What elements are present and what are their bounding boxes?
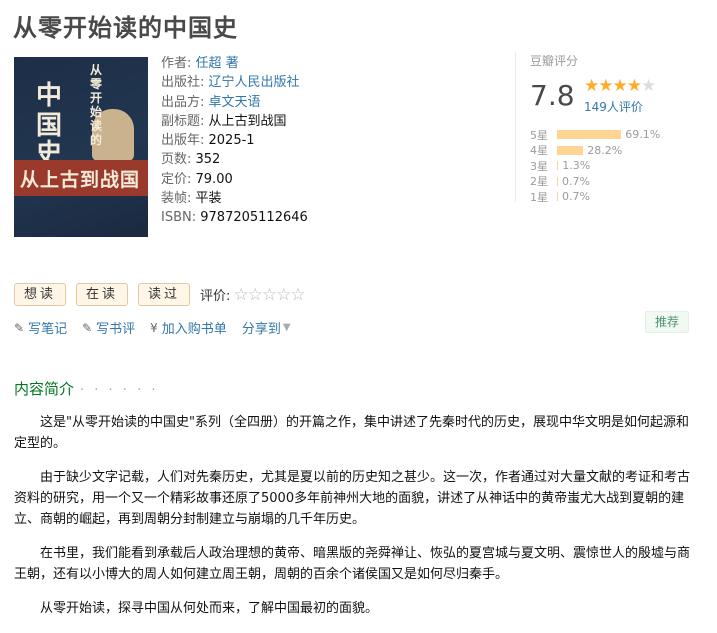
intro-paragraph: 这是"从零开始读的中国史"系列（全四册）的开篇之作，集中讲述了先秦时代的历史，展… [14, 415, 689, 451]
write-review-link[interactable]: ✎ 写书评 [82, 318, 135, 338]
section-title-text: 内容简介 [14, 380, 75, 398]
share-link[interactable]: 分享到 ▼ [242, 318, 291, 337]
rating-panel: 豆瓣评分 7.8 ★★★★★ 149人评价 5星 69.1% 4星 28.2% 3星 1.… [515, 52, 710, 205]
cover-vertical-text: 从零开始读的 [90, 63, 103, 147]
rating-row: 1星 0.7% [530, 189, 660, 205]
rating-percent: 1.3% [562, 159, 591, 173]
info-row: 出版社: 辽宁人民出版社 [161, 73, 308, 92]
pencil-icon: ✎ [82, 320, 93, 335]
info-label: 装帧: [161, 191, 196, 207]
rating-score: 7.8 [530, 79, 575, 112]
book-info: 作者: 任超 著出版社: 辽宁人民出版社 出品方: 卓文天语 副标题: 从上古到战国… [161, 54, 308, 228]
star-icon: ★ [584, 76, 599, 96]
rating-percent: 0.7% [562, 190, 590, 204]
rating-votes-link[interactable]: 149人评价 [584, 98, 643, 115]
section-dots: · · · · · · [80, 383, 159, 398]
intro-paragraph: 由于缺少文字记载，人们对先秦历史，尤其是夏以前的历史知之甚少。这一次，作者通过对… [14, 470, 691, 527]
star-icon: ★ [598, 76, 613, 96]
add-cart-link[interactable]: ¥ 加入购书单 [150, 318, 227, 338]
rating-row-label: 5星 [530, 128, 548, 142]
link-bar: ✎ 写笔记 ✎ 写书评 ¥ 加入购书单 分享到 ▼ [14, 318, 306, 338]
info-row: 作者: 任超 著 [161, 54, 308, 73]
info-value[interactable]: 辽宁人民出版社 [209, 75, 300, 90]
info-value[interactable]: 任超 著 [196, 56, 239, 71]
star-icon: ★ [612, 76, 628, 96]
info-row: 页数: 352 [161, 150, 308, 169]
info-row: 副标题: 从上古到战国 [161, 112, 308, 131]
info-row: 出品方: 卓文天语 [161, 93, 308, 112]
rating-bar [557, 145, 584, 155]
rating-row: 5星 69.1% [530, 127, 660, 143]
book-cover[interactable]: 中 国 史 从零开始读的 从上古到战国 [14, 57, 148, 237]
pencil-icon: ✎ [14, 320, 25, 335]
write-note-label[interactable]: 写笔记 [28, 318, 67, 337]
yen-icon: ¥ [150, 320, 158, 335]
write-note-link[interactable]: ✎ 写笔记 [14, 318, 67, 338]
info-value: 9787205112646 [200, 210, 308, 226]
rating-row-label: 4星 [530, 144, 548, 158]
info-row: 出版年: 2025-1 [161, 131, 308, 150]
have-read-button[interactable]: 读过 [138, 283, 191, 306]
star-icon: ★ [641, 76, 656, 96]
intro-paragraph: 从零开始读，探寻中国从何处而来，了解中国最初的面貌。 [40, 601, 379, 616]
intro-text: 这是"从零开始读的中国史"系列（全四册）的开篇之作，集中讲述了先秦时代的历史，展… [14, 412, 694, 632]
rating-header: 豆瓣评分 [530, 54, 579, 68]
rating-row: 2星 0.7% [530, 174, 660, 190]
rating-stars: ★★★★★ [584, 76, 656, 96]
info-label: 出版年: [161, 133, 209, 149]
cover-subtitle: 从上古到战国 [20, 169, 141, 191]
rating-row: 4星 28.2% [530, 143, 660, 159]
star-icon: ★ [626, 76, 642, 96]
info-row: 装帧: 平装 [161, 189, 308, 208]
info-value: 2025-1 [208, 133, 255, 149]
info-label: 副标题: [161, 113, 209, 129]
share-label[interactable]: 分享到 [242, 318, 281, 337]
rating-row-label: 3星 [530, 159, 548, 173]
info-label: 作者: [161, 56, 196, 71]
rating-percent: 0.7% [562, 174, 590, 188]
action-bar: 想读 在读 读过 评价: ☆☆☆☆☆ [14, 283, 306, 306]
rating-row-label: 2星 [530, 175, 548, 189]
want-to-read-button[interactable]: 想读 [14, 283, 67, 306]
chevron-down-icon: ▼ [282, 322, 291, 333]
recommend-button[interactable]: 推荐 [645, 311, 689, 333]
rating-bar [557, 192, 558, 202]
intro-paragraph: 在书里，我们能看到承载后人政治理想的黄帝、暗黑版的尧舜禅让、恢弘的夏宫城与夏文明… [14, 546, 691, 582]
rating-percent: 28.2% [587, 143, 623, 157]
info-label: 页数: [161, 152, 196, 168]
rating-row-label: 1星 [530, 190, 548, 204]
info-label: 定价: [161, 171, 196, 187]
info-row: 定价: 79.00 [161, 170, 308, 189]
add-cart-label[interactable]: 加入购书单 [162, 318, 227, 337]
info-label: 出版社: [161, 75, 209, 91]
rating-bar [557, 176, 558, 186]
rating-row: 3星 1.3% [530, 158, 660, 174]
info-label: 出品方: [161, 94, 209, 110]
book-title: 从零开始读的中国史 [13, 14, 238, 42]
rating-bar [557, 130, 622, 140]
rating-bar [557, 161, 559, 171]
write-review-label[interactable]: 写书评 [96, 318, 135, 337]
info-value: 平装 [195, 191, 222, 207]
info-value: 79.00 [195, 171, 233, 187]
section-title: 内容简介 · · · · · · [14, 378, 158, 399]
info-value: 352 [195, 152, 221, 168]
reading-button[interactable]: 在读 [76, 283, 129, 306]
info-row: ISBN: 9787205112646 [161, 208, 308, 227]
rate-label: 评价: [200, 289, 231, 304]
info-label: ISBN: [161, 210, 201, 226]
rating-percent: 69.1% [625, 128, 661, 142]
rate-stars[interactable]: ☆☆☆☆☆ [233, 285, 305, 305]
info-value: 从上古到战国 [208, 113, 287, 129]
rating-distribution: 5星 69.1% 4星 28.2% 3星 1.3% 2星 0.7% 1星 0.7% [530, 127, 660, 205]
info-value[interactable]: 卓文天语 [209, 95, 261, 110]
